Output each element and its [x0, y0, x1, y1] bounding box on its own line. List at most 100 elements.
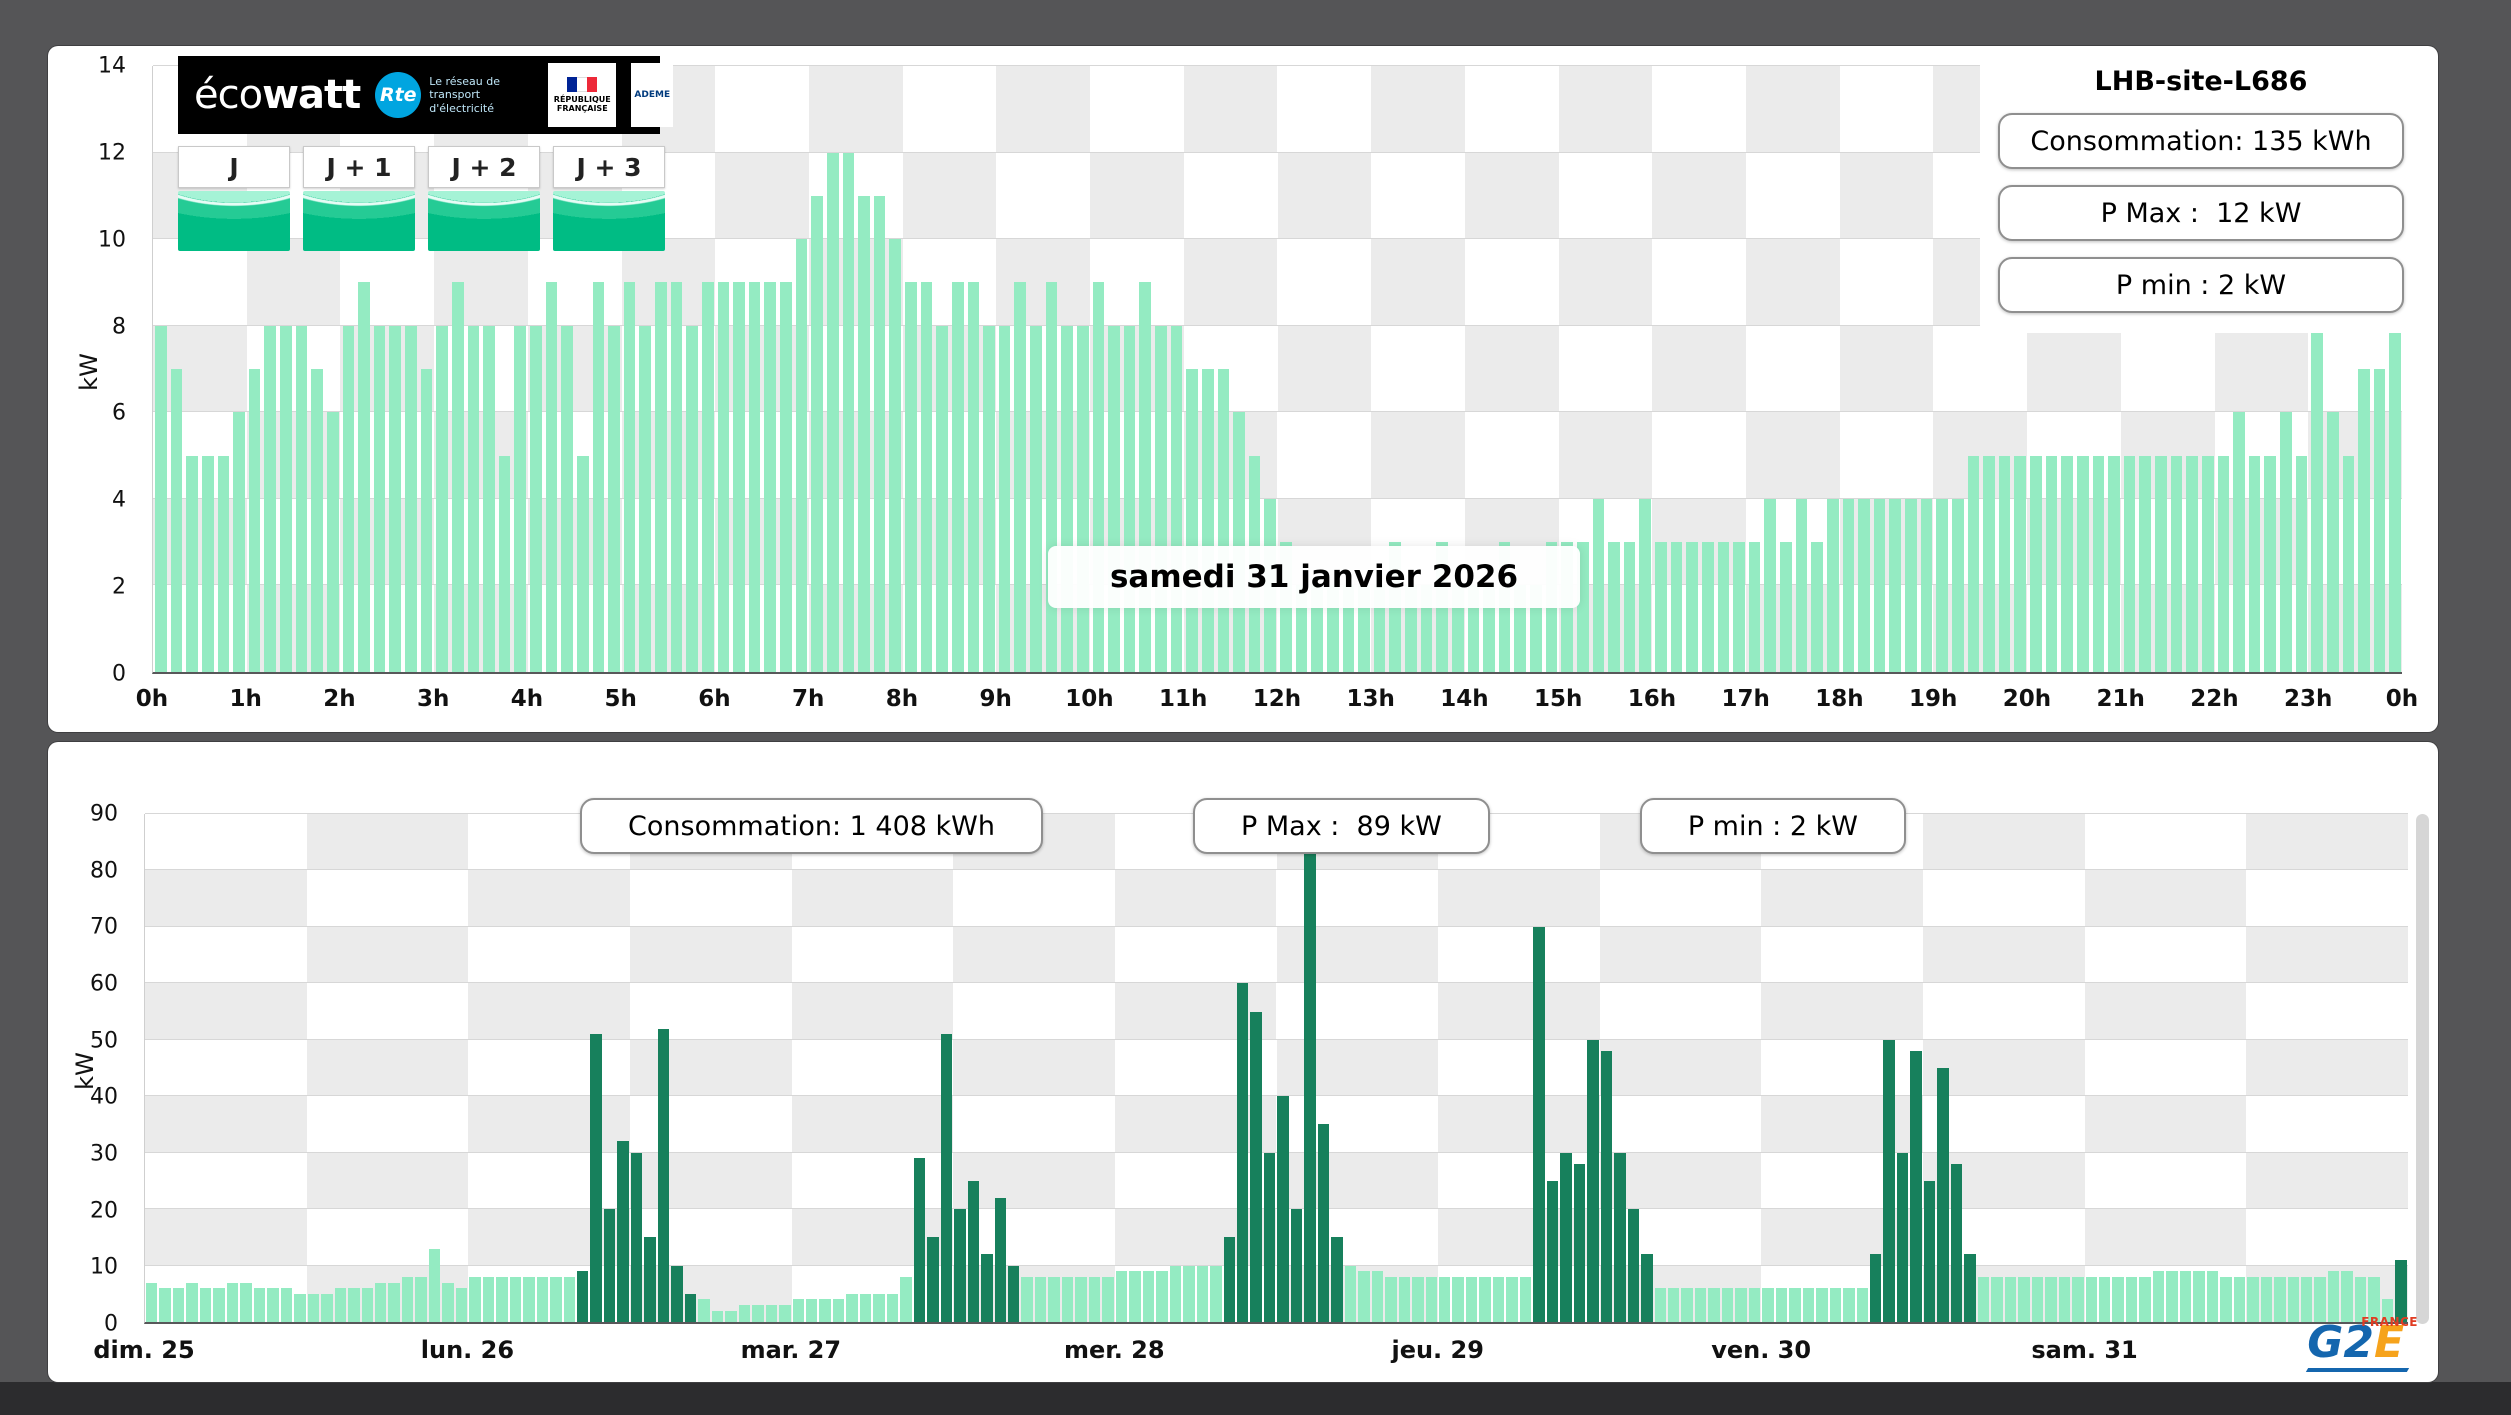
bar	[455, 1288, 468, 1322]
bar	[1816, 1288, 1828, 1322]
bar-peak	[1910, 1051, 1922, 1322]
bar	[1639, 498, 1651, 672]
bar	[358, 282, 370, 672]
bar	[2206, 1271, 2219, 1322]
bar	[1465, 1276, 1478, 1322]
bar	[1733, 542, 1745, 672]
bar-peak	[1533, 926, 1545, 1322]
bar	[1983, 455, 1995, 672]
bar-peak	[1896, 1152, 1909, 1322]
bottom-x-ticks: dim. 25 lun. 26 mar. 27 mer. 28 jeu. 29 ven. …	[93, 1336, 2408, 1370]
bar	[1735, 1288, 1747, 1322]
vertical-scrollbar[interactable]	[2416, 814, 2429, 1324]
day-button-3[interactable]: J + 3	[553, 146, 665, 251]
x-tick-label: mer. 28	[1063, 1336, 1165, 1364]
bar	[1186, 369, 1198, 672]
day-button-0[interactable]: J	[178, 146, 290, 251]
x-tick-label: 4h	[510, 686, 544, 712]
bar	[420, 369, 433, 672]
bar	[819, 1299, 831, 1322]
bar	[1076, 325, 1089, 672]
bar	[1034, 1276, 1047, 1322]
day-button-2[interactable]: J + 2	[428, 146, 540, 251]
y-tick-label: 10	[98, 227, 126, 253]
bar-peak	[684, 1293, 697, 1322]
bar	[1977, 1276, 1990, 1322]
bar	[1694, 1288, 1707, 1322]
bar-peak	[630, 1152, 643, 1322]
bar	[2018, 1276, 2030, 1322]
bar	[240, 1282, 252, 1322]
bar	[2155, 455, 2167, 672]
weekly-load-chart[interactable]	[144, 813, 2408, 1324]
bar	[1075, 1276, 1087, 1322]
bar	[2098, 1276, 2111, 1322]
bar	[451, 282, 464, 672]
bar	[1169, 1265, 1182, 1322]
bar	[1592, 498, 1605, 672]
bar	[811, 195, 823, 672]
bar	[701, 282, 714, 672]
bar	[1873, 498, 1886, 672]
bar	[698, 1299, 710, 1322]
bar	[1795, 498, 1808, 672]
bar	[2264, 455, 2276, 672]
y-tick-label: 50	[90, 1028, 118, 1054]
x-tick-label: 12h	[1252, 686, 1302, 712]
x-tick-label: 17h	[1721, 686, 1770, 712]
bar	[469, 1276, 481, 1322]
stat-pmin-daily: P min : 2 kW	[1998, 257, 2404, 313]
bar	[536, 1276, 549, 1322]
bar-peak	[994, 1197, 1006, 1322]
bar	[886, 1293, 899, 1322]
bar	[1829, 1288, 1842, 1322]
bottom-y-ticks: 0 10 20 30 40 50 60 70 80 90	[48, 802, 132, 1337]
bar	[2358, 369, 2370, 672]
bar	[373, 325, 386, 672]
bar	[2072, 1276, 2084, 1322]
x-tick-label: sam. 31	[2031, 1336, 2138, 1364]
bar	[561, 325, 573, 672]
bar	[792, 1299, 804, 1322]
bottom-bars-layer[interactable]	[145, 814, 2408, 1322]
bar	[576, 455, 589, 672]
bar	[1608, 542, 1620, 672]
bar	[2326, 412, 2339, 672]
bar	[1061, 325, 1073, 672]
ecowatt-forecast-thumbnail	[553, 191, 665, 251]
bar	[1748, 1288, 1761, 1322]
bar	[2085, 1276, 2097, 1322]
x-tick-label: dim. 25	[93, 1336, 195, 1364]
bar	[201, 455, 214, 672]
bar-peak	[913, 1158, 926, 1322]
bar	[348, 1288, 360, 1322]
bar	[2092, 455, 2105, 672]
bar	[765, 1305, 778, 1322]
bar	[1102, 1276, 1114, 1322]
bar-peak	[1317, 1124, 1330, 1322]
bar-peak	[967, 1180, 980, 1322]
bar	[1623, 542, 1636, 672]
x-tick-label: 2h	[323, 686, 356, 712]
bar	[1358, 1271, 1370, 1322]
x-tick-label: 20h	[2002, 686, 2052, 712]
bar	[2076, 455, 2089, 672]
x-tick-label: 7h	[792, 686, 825, 712]
rte-tagline: Le réseau de transport d'électricité	[429, 75, 500, 115]
bar	[1398, 1276, 1411, 1322]
ecowatt-forecast-thumbnail	[428, 191, 540, 251]
site-stats-card: LHB-site-L686 Consommation: 135 kWh P Ma…	[1980, 54, 2422, 333]
day-button-1[interactable]: J + 1	[303, 146, 415, 251]
bar	[2152, 1271, 2165, 1322]
ecowatt-forecast-thumbnail	[178, 191, 290, 251]
bar	[1170, 325, 1183, 672]
bar	[1233, 412, 1245, 672]
x-tick-label: 15h	[1534, 686, 1583, 712]
stat-consumption-weekly: Consommation: 1 408 kWh	[580, 798, 1043, 854]
bar	[1061, 1276, 1074, 1322]
bar	[415, 1276, 427, 1322]
bar	[936, 325, 948, 672]
weekly-chart-panel: kW 0 10 20 30 40 50 60 70 80 90 dim. 25 lun. 26 mar…	[48, 742, 2438, 1382]
bar	[401, 1276, 414, 1322]
bar-peak	[657, 1028, 670, 1322]
